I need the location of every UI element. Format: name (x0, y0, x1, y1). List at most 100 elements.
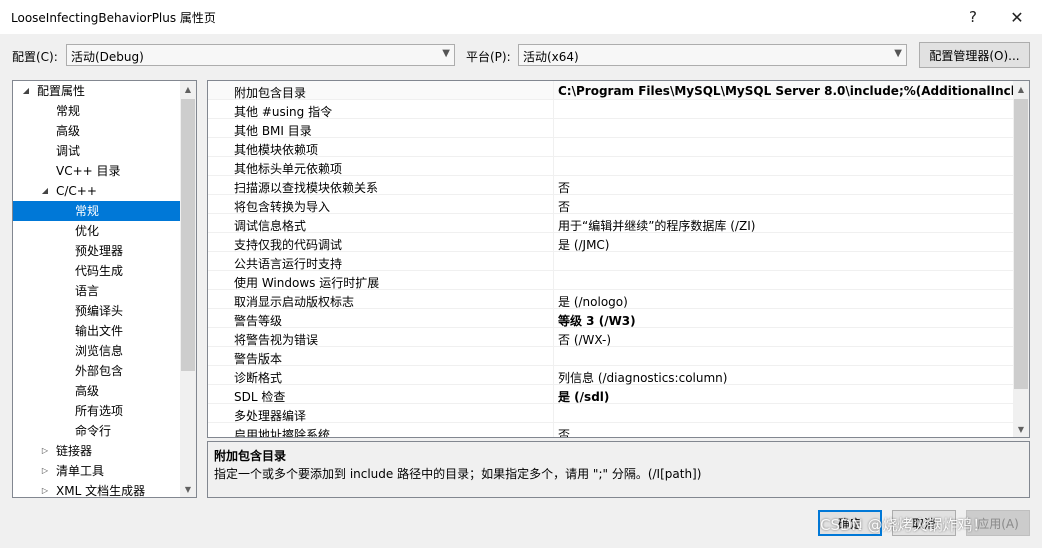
tree-item[interactable]: ▷ XML 文档生成器 (13, 481, 180, 498)
tree-item[interactable]: VC++ 目录 (13, 161, 180, 181)
property-row[interactable]: 启用地址擦除系统 否 (208, 423, 1014, 437)
property-value[interactable]: 等级 3 (/W3) (558, 312, 636, 329)
tree-item[interactable]: 常规 (13, 101, 180, 121)
scroll-up-icon[interactable]: ▲ (180, 81, 196, 97)
tree-item[interactable]: 代码生成 (13, 261, 180, 281)
property-row[interactable]: 将警告视为错误 否 (/WX-) (208, 328, 1014, 347)
tree-item[interactable]: ▷ 链接器 (13, 441, 180, 461)
property-value[interactable]: 是 (/nologo) (558, 293, 628, 310)
tree-item[interactable]: 高级 (13, 381, 180, 401)
expand-arrow-icon[interactable]: ▷ (40, 461, 50, 481)
tree-item[interactable]: 预编译头 (13, 301, 180, 321)
tree-item[interactable]: ◢ 配置属性 (13, 81, 180, 101)
property-row[interactable]: 支持仅我的代码调试 是 (/JMC) (208, 233, 1014, 252)
property-row[interactable]: 其他 #using 指令 (208, 100, 1014, 119)
grid-scrollbar-thumb[interactable] (1014, 99, 1028, 389)
tree-item-label: XML 文档生成器 (56, 484, 146, 498)
property-row[interactable]: 其他 BMI 目录 (208, 119, 1014, 138)
property-row[interactable]: 扫描源以查找模块依赖关系 否 (208, 176, 1014, 195)
tree-item-label: 常规 (56, 104, 81, 118)
property-value[interactable]: C:\Program Files\MySQL\MySQL Server 8.0\… (558, 84, 1029, 98)
property-value[interactable]: 是 (/JMC) (558, 236, 610, 253)
property-row[interactable]: 将包含转换为导入 否 (208, 195, 1014, 214)
property-name: 多处理器编译 (234, 409, 307, 423)
config-label: 配置(C): (12, 50, 58, 64)
scroll-down-icon[interactable]: ▼ (180, 481, 196, 497)
tree-item-label: 所有选项 (75, 404, 124, 418)
property-value[interactable]: 否 (/WX-) (558, 331, 611, 348)
config-manager-button[interactable]: 配置管理器(O)... (919, 42, 1030, 68)
help-button[interactable]: ? (958, 4, 988, 30)
window-title: LooseInfectingBehaviorPlus 属性页 (11, 11, 216, 25)
property-name: 将警告视为错误 (234, 333, 319, 347)
chevron-down-icon: ▼ (442, 48, 450, 59)
property-row[interactable]: 公共语言运行时支持 (208, 252, 1014, 271)
tree-item-label: 清单工具 (56, 464, 105, 478)
property-row[interactable]: 取消显示启动版权标志 是 (/nologo) (208, 290, 1014, 309)
property-row[interactable]: SDL 检查 是 (/sdl) (208, 385, 1014, 404)
tree-item[interactable]: 预处理器 (13, 241, 180, 261)
tree-item[interactable]: 输出文件 (13, 321, 180, 341)
column-divider[interactable] (553, 81, 554, 437)
property-name: 支持仅我的代码调试 (234, 238, 343, 252)
tree-item[interactable]: ◢ C/C++ (13, 181, 180, 201)
description-panel: 附加包含目录 指定一个或多个要添加到 include 路径中的目录；如果指定多个… (207, 441, 1030, 498)
property-name: 其他标头单元依赖项 (234, 162, 343, 176)
property-row[interactable]: 其他标头单元依赖项 (208, 157, 1014, 176)
config-dropdown[interactable]: 活动(Debug) ▼ (66, 44, 455, 66)
property-row[interactable]: 多处理器编译 (208, 404, 1014, 423)
property-name: 使用 Windows 运行时扩展 (234, 276, 380, 290)
title-bar: LooseInfectingBehaviorPlus 属性页 ? ✕ (0, 0, 1042, 34)
tree-scrollbar-thumb[interactable] (181, 99, 195, 371)
property-row[interactable]: 附加包含目录 C:\Program Files\MySQL\MySQL Serve… (208, 81, 1029, 100)
tree-item-label: 优化 (75, 224, 100, 238)
tree-item[interactable]: 外部包含 (13, 361, 180, 381)
tree-item[interactable]: 高级 (13, 121, 180, 141)
tree-item[interactable]: 调试 (13, 141, 180, 161)
tree-item[interactable]: 命令行 (13, 421, 180, 441)
tree-item-label: C/C++ (56, 184, 97, 198)
expand-arrow-icon[interactable]: ▷ (40, 441, 50, 461)
tree-item-label: 链接器 (56, 444, 93, 458)
property-value[interactable]: 用于“编辑并继续”的程序数据库 (/ZI) (558, 217, 755, 234)
description-title: 附加包含目录 (214, 449, 287, 463)
property-row[interactable]: 其他模块依赖项 (208, 138, 1014, 157)
property-name: 将包含转换为导入 (234, 200, 331, 214)
property-value[interactable]: 列信息 (/diagnostics:column) (558, 369, 727, 386)
collapse-arrow-icon[interactable]: ◢ (40, 181, 50, 201)
scroll-up-icon[interactable]: ▲ (1013, 81, 1029, 97)
platform-dropdown[interactable]: 活动(x64) ▼ (518, 44, 907, 66)
tree-scrollbar[interactable]: ▲ ▼ (180, 81, 196, 497)
property-row[interactable]: 调试信息格式 用于“编辑并继续”的程序数据库 (/ZI) (208, 214, 1014, 233)
tree-item-label: 命令行 (75, 424, 112, 438)
property-row[interactable]: 警告等级 等级 3 (/W3) (208, 309, 1014, 328)
property-value[interactable]: 否 (558, 179, 570, 196)
config-value: 活动(Debug) (71, 50, 144, 64)
tree-item[interactable]: 浏览信息 (13, 341, 180, 361)
property-name: 公共语言运行时支持 (234, 257, 343, 271)
property-row[interactable]: 警告版本 (208, 347, 1014, 366)
tree-item-label: 预编译头 (75, 304, 124, 318)
property-value[interactable]: 否 (558, 198, 570, 215)
tree-item[interactable]: ▷ 清单工具 (13, 461, 180, 481)
grid-scrollbar[interactable]: ▲ ▼ (1013, 81, 1029, 437)
tree-item-label: VC++ 目录 (56, 164, 121, 178)
description-text: 指定一个或多个要添加到 include 路径中的目录；如果指定多个，请用 ";"… (214, 467, 702, 481)
property-name: SDL 检查 (234, 390, 286, 404)
tree-item[interactable]: 常规 (13, 201, 180, 221)
expand-arrow-icon[interactable]: ▷ (40, 481, 50, 497)
scroll-down-icon[interactable]: ▼ (1013, 421, 1029, 437)
tree-item[interactable]: 优化 (13, 221, 180, 241)
tree-item[interactable]: 语言 (13, 281, 180, 301)
tree-item-label: 预处理器 (75, 244, 124, 258)
property-row[interactable]: 使用 Windows 运行时扩展 (208, 271, 1014, 290)
collapse-arrow-icon[interactable]: ◢ (21, 81, 31, 101)
platform-label: 平台(P): (466, 50, 511, 64)
tree-item[interactable]: 所有选项 (13, 401, 180, 421)
property-name: 警告版本 (234, 352, 283, 366)
property-name: 其他 #using 指令 (234, 105, 333, 119)
close-button[interactable]: ✕ (1002, 4, 1032, 30)
property-value[interactable]: 否 (558, 426, 570, 437)
property-value[interactable]: 是 (/sdl) (558, 388, 609, 405)
property-row[interactable]: 诊断格式 列信息 (/diagnostics:column) (208, 366, 1014, 385)
